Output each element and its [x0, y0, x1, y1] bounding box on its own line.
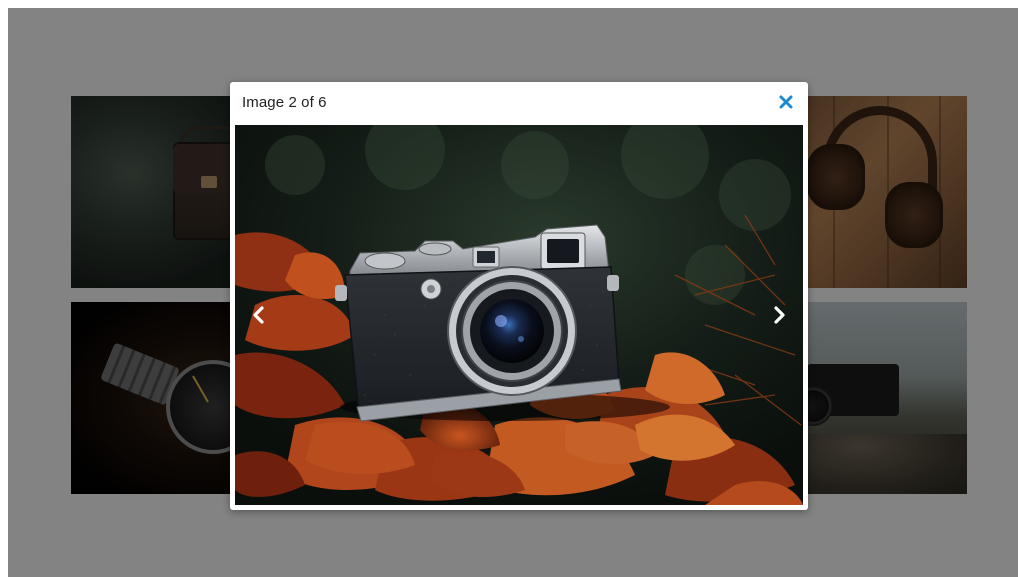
- lightbox-image: [235, 125, 803, 505]
- close-icon: [779, 95, 793, 109]
- image-counter: Image 2 of 6: [242, 94, 327, 111]
- previous-image-button[interactable]: [247, 303, 271, 327]
- close-button[interactable]: [776, 92, 796, 112]
- camera-on-leaves-photo: [235, 125, 803, 505]
- chevron-right-icon: [774, 306, 785, 324]
- lightbox-header: Image 2 of 6: [230, 82, 808, 124]
- page-frame: Image 2 of 6: [8, 8, 1018, 577]
- next-image-button[interactable]: [767, 303, 791, 327]
- lightbox-modal: Image 2 of 6: [230, 82, 808, 510]
- chevron-left-icon: [253, 306, 264, 324]
